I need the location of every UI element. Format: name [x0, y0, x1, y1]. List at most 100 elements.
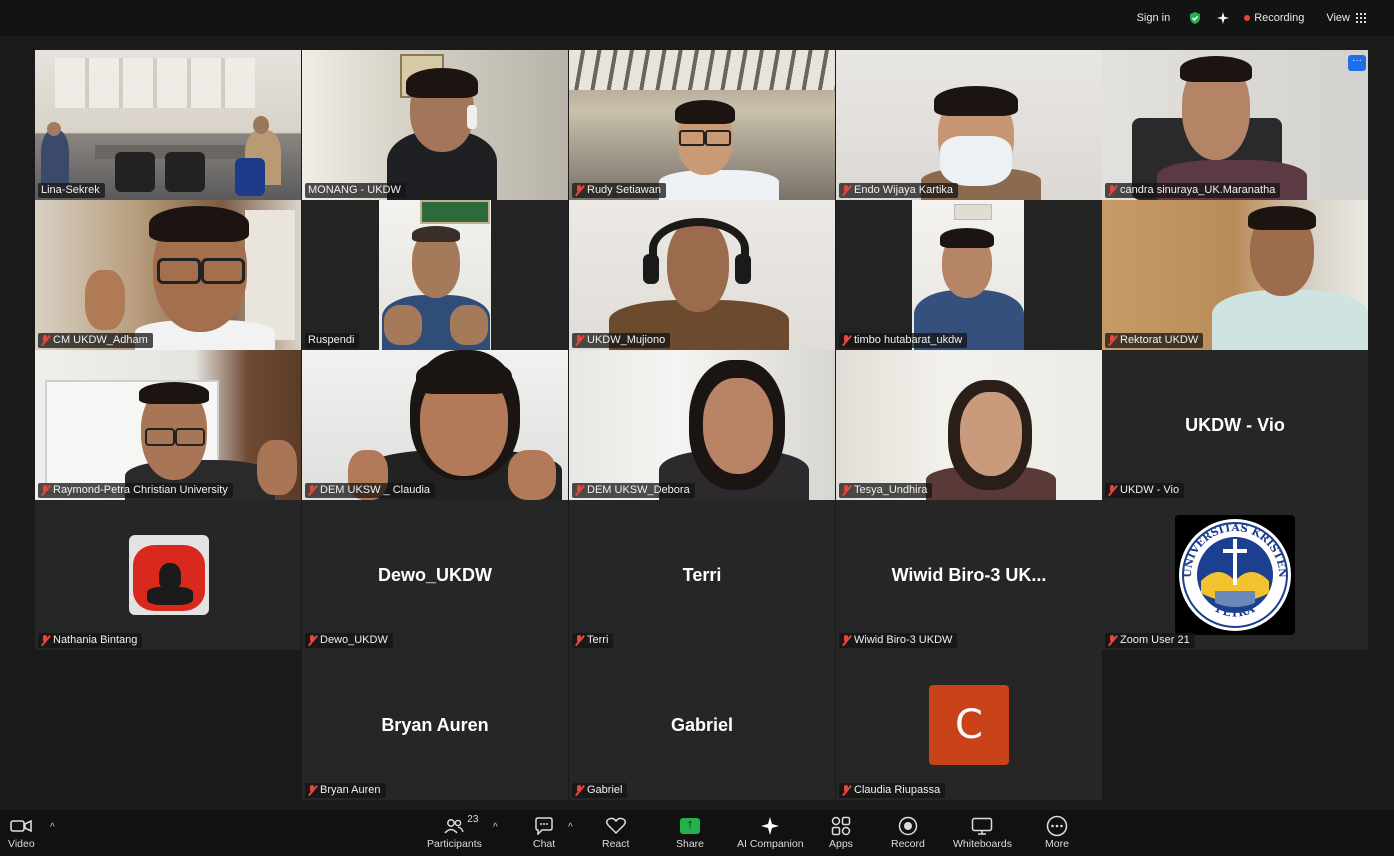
meeting-controls-toolbar: Video ^ 23 Participants ^ Chat ^ React S…: [0, 810, 1394, 856]
video-tile-candra-sinuraya[interactable]: ··· candra sinuraya_UK.Maranatha: [1102, 50, 1368, 200]
participant-name-label: UKDW_Mujiono: [572, 333, 671, 348]
name-tile-gabriel[interactable]: Gabriel Gabriel: [569, 650, 835, 800]
name-tile-bryan-auren[interactable]: Bryan Auren Bryan Auren: [302, 650, 568, 800]
mic-muted-icon: [842, 635, 851, 646]
record-label: Record: [891, 838, 925, 850]
record-button[interactable]: Record: [891, 814, 925, 850]
apps-label: Apps: [829, 838, 853, 850]
video-tile-dem-uksw-debora[interactable]: DEM UKSW_Debora: [569, 350, 835, 500]
more-options-icon: [1046, 815, 1068, 837]
name-tile-dewo-ukdw[interactable]: Dewo_UKDW Dewo_UKDW: [302, 500, 568, 650]
name-tile-terri[interactable]: Terri Terri: [569, 500, 835, 650]
view-label: View: [1326, 12, 1350, 24]
participant-name-label: timbo hutabarat_ukdw: [839, 333, 968, 348]
participant-display-name: Dewo_UKDW: [377, 564, 492, 585]
participant-display-name: Bryan Auren: [381, 714, 489, 735]
participant-name-label: Bryan Auren: [305, 783, 386, 798]
participants-options-caret-icon[interactable]: ^: [493, 822, 498, 833]
tile-more-options-button[interactable]: ···: [1348, 55, 1366, 71]
participant-display-name: Wiwid Biro-3 UK...: [891, 564, 1047, 585]
video-tile-dem-uksw-claudia[interactable]: DEM UKSW _ Claudia: [302, 350, 568, 500]
share-screen-button[interactable]: Share: [676, 814, 704, 850]
video-tile-monang-ukdw[interactable]: MONANG - UKDW: [302, 50, 568, 200]
video-tile-lina-sekrek[interactable]: Lina-Sekrek: [35, 50, 301, 200]
video-options-caret-icon[interactable]: ^: [50, 822, 55, 833]
chat-bubble-icon: [535, 817, 553, 835]
name-tile-wiwid-biro-3[interactable]: Wiwid Biro-3 UK... Wiwid Biro-3 UKDW: [836, 500, 1102, 650]
participant-name-label: Wiwid Biro-3 UKDW: [839, 633, 958, 648]
meeting-top-bar: Sign in Recording View: [0, 0, 1394, 36]
grid-view-icon: [1356, 13, 1366, 23]
ai-companion-label: AI Companion: [737, 838, 804, 850]
mic-muted-icon: [575, 335, 584, 346]
apps-button[interactable]: Apps: [829, 814, 853, 850]
participant-name-label: MONANG - UKDW: [305, 183, 406, 198]
participant-name-label: Lina-Sekrek: [38, 183, 105, 198]
video-tile-rektorat-ukdw[interactable]: Rektorat UKDW: [1102, 200, 1368, 350]
mic-muted-icon: [575, 485, 584, 496]
participant-name-label: CM UKDW_Adham: [38, 333, 153, 348]
participants-label: Participants: [427, 838, 482, 850]
participant-display-name: Terri: [682, 564, 722, 585]
participant-name-label: Raymond-Petra Christian University: [38, 483, 233, 498]
video-tile-rudy-setiawan[interactable]: Rudy Setiawan: [569, 50, 835, 200]
ai-companion-sparkle-icon[interactable]: [1216, 11, 1230, 25]
profile-picture: [129, 535, 209, 615]
recording-indicator[interactable]: Recording: [1244, 12, 1304, 24]
recording-dot-icon: [1244, 15, 1251, 21]
more-button[interactable]: More: [1045, 814, 1069, 850]
video-label: Video: [8, 838, 35, 850]
participant-display-name: UKDW - Vio: [1185, 414, 1285, 435]
mic-muted-icon: [842, 335, 851, 346]
record-icon: [898, 816, 918, 836]
mic-muted-icon: [575, 635, 584, 646]
encryption-shield-icon[interactable]: [1188, 11, 1202, 25]
video-tile-timbo-hutabarat[interactable]: timbo hutabarat_ukdw: [836, 200, 1102, 350]
participant-name-label: candra sinuraya_UK.Maranatha: [1105, 183, 1281, 198]
chat-button[interactable]: Chat: [533, 814, 555, 850]
view-button[interactable]: View: [1326, 12, 1366, 24]
petra-seal-icon: UNIVERSITAS KRISTEN PETRA: [1179, 519, 1291, 631]
avatar-tile-claudia-riupassa[interactable]: C Claudia Riupassa: [836, 650, 1102, 800]
mic-muted-icon: [308, 785, 317, 796]
video-tile-ukdw-mujiono[interactable]: UKDW_Mujiono: [569, 200, 835, 350]
mic-muted-icon: [575, 185, 584, 196]
sign-in-link[interactable]: Sign in: [1137, 12, 1171, 24]
mic-muted-icon: [842, 185, 851, 196]
participant-name-label: Nathania Bintang: [38, 633, 143, 648]
name-tile-ukdw-vio[interactable]: UKDW - Vio UKDW - Vio: [1102, 350, 1368, 500]
chat-options-caret-icon[interactable]: ^: [568, 822, 573, 833]
video-tile-cm-ukdw-adham[interactable]: CM UKDW_Adham: [35, 200, 301, 350]
mic-muted-icon: [308, 485, 317, 496]
participant-name-label: Gabriel: [572, 783, 628, 798]
avatar-letter: C: [955, 702, 983, 748]
mic-muted-icon: [41, 485, 50, 496]
participant-name-label: Terri: [572, 633, 614, 648]
video-tile-tesya-undhira[interactable]: Tesya_Undhira: [836, 350, 1102, 500]
avatar-tile-zoom-user-21[interactable]: UNIVERSITAS KRISTEN PETRA Zoom User 21: [1102, 500, 1368, 650]
react-label: React: [602, 838, 630, 850]
video-camera-icon: [10, 819, 33, 833]
video-tile-raymond-petra[interactable]: Raymond-Petra Christian University: [35, 350, 301, 500]
video-tile-ruspendi[interactable]: Ruspendi: [302, 200, 568, 350]
participant-name-label: Claudia Riupassa: [839, 783, 946, 798]
participant-name-label: Tesya_Undhira: [839, 483, 933, 498]
video-tile-endo-wijaya-kartika[interactable]: Endo Wijaya Kartika: [836, 50, 1102, 200]
whiteboard-icon: [972, 817, 993, 835]
participant-name-label: Ruspendi: [305, 333, 360, 348]
video-button[interactable]: Video: [8, 814, 35, 850]
initial-avatar: C: [929, 685, 1009, 765]
avatar-tile-nathania-bintang[interactable]: Nathania Bintang: [35, 500, 301, 650]
mic-muted-icon: [1108, 335, 1117, 346]
participants-button[interactable]: 23 Participants: [427, 814, 482, 850]
participant-name-label: Rektorat UKDW: [1105, 333, 1204, 348]
more-label: More: [1045, 838, 1069, 850]
participant-name-label: Rudy Setiawan: [572, 183, 666, 198]
heart-react-icon: [605, 817, 626, 835]
whiteboards-button[interactable]: Whiteboards: [953, 814, 1012, 850]
mic-muted-icon: [842, 785, 851, 796]
recording-label: Recording: [1254, 12, 1305, 24]
react-button[interactable]: React: [602, 814, 629, 850]
chat-label: Chat: [533, 838, 556, 850]
ai-companion-button[interactable]: AI Companion: [737, 814, 804, 850]
